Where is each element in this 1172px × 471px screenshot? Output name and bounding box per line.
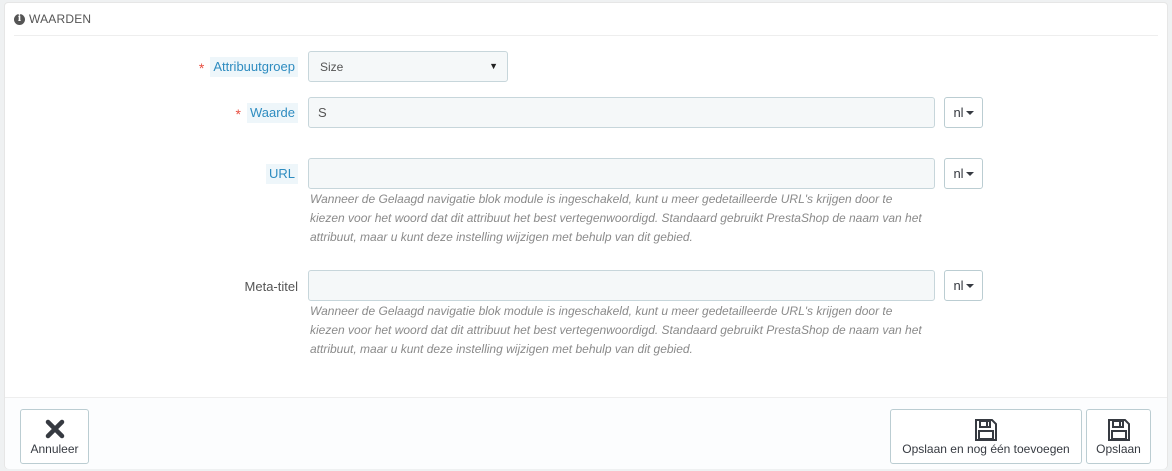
url-input[interactable] bbox=[308, 158, 935, 189]
cancel-button[interactable]: Annuleer bbox=[20, 409, 89, 464]
meta-label: Meta-titel bbox=[244, 278, 298, 294]
value-input[interactable]: S bbox=[308, 97, 935, 128]
lang-code: nl bbox=[953, 278, 964, 293]
lang-code: nl bbox=[953, 105, 964, 120]
required-marker: * bbox=[235, 106, 241, 122]
save-icon bbox=[1107, 418, 1131, 445]
group-label-row: * Attribuutgroep bbox=[165, 57, 298, 77]
group-select[interactable]: Size ▼ bbox=[308, 51, 508, 82]
save-button[interactable]: Opslaan bbox=[1086, 409, 1151, 464]
url-label: URL bbox=[265, 164, 298, 184]
value-label: Waarde bbox=[246, 103, 298, 123]
url-lang-dropdown[interactable]: nl bbox=[944, 158, 983, 189]
meta-lang-dropdown[interactable]: nl bbox=[944, 270, 983, 301]
group-label: Attribuutgroep bbox=[210, 57, 298, 77]
lang-code: nl bbox=[953, 166, 964, 181]
required-marker: * bbox=[198, 60, 205, 76]
group-select-value: Size bbox=[320, 59, 344, 74]
save-icon bbox=[974, 418, 998, 445]
caret-down-icon bbox=[965, 283, 974, 288]
url-label-row: URL bbox=[165, 164, 298, 184]
meta-label-row: Meta-titel bbox=[165, 276, 298, 296]
caret-down-icon: ▼ bbox=[489, 61, 498, 71]
meta-title-input[interactable] bbox=[308, 270, 935, 301]
info-icon: i bbox=[14, 13, 25, 25]
close-icon bbox=[44, 418, 66, 443]
value-input-text: S bbox=[318, 105, 327, 120]
caret-down-icon bbox=[965, 110, 974, 115]
value-lang-dropdown[interactable]: nl bbox=[944, 97, 983, 128]
url-help-text: Wanneer de Gelaagd navigatie blok module… bbox=[310, 192, 922, 244]
save-and-add-button[interactable]: Opslaan en nog één toevoegen bbox=[890, 409, 1082, 464]
panel-footer: Annuleer Opslaan en nog één toevoegen Op… bbox=[5, 397, 1167, 469]
values-panel: i WAARDEN * Attribuutgroep Size ▼ * Waar… bbox=[4, 2, 1168, 469]
value-label-row: * Waarde bbox=[165, 103, 298, 123]
panel-title: WAARDEN bbox=[29, 12, 92, 26]
caret-down-icon bbox=[965, 171, 974, 176]
cancel-label: Annuleer bbox=[30, 442, 79, 456]
meta-help-text: Wanneer de Gelaagd navigatie blok module… bbox=[310, 304, 922, 356]
panel-heading: i WAARDEN bbox=[14, 3, 1158, 36]
